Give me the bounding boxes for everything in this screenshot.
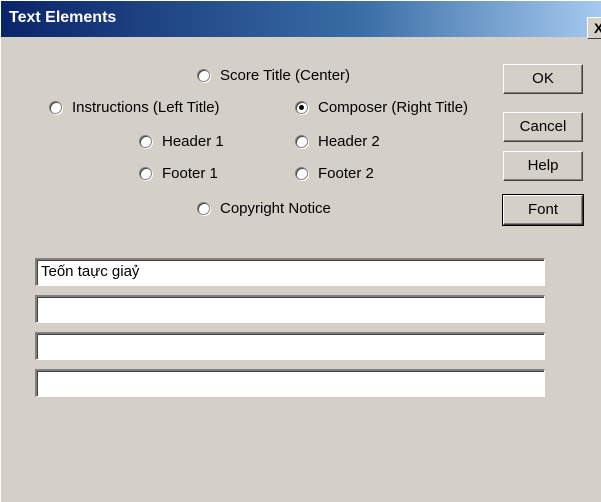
text-elements-dialog: Text Elements X Score Title (Center) Ins…: [0, 0, 601, 502]
text-field-3[interactable]: [35, 332, 545, 360]
text-field-4[interactable]: [35, 369, 545, 397]
radio-label: Header 1: [162, 132, 224, 150]
close-icon: X: [594, 20, 601, 36]
radio-header-1[interactable]: Header 1: [139, 131, 224, 151]
window-title: Text Elements: [9, 9, 117, 26]
font-button[interactable]: Font: [502, 194, 584, 226]
radio-label: Score Title (Center): [220, 66, 351, 84]
radio-footer-1[interactable]: Footer 1: [139, 163, 218, 183]
radio-score-title[interactable]: Score Title (Center): [197, 65, 350, 85]
help-button[interactable]: Help: [503, 151, 583, 181]
cancel-button[interactable]: Cancel: [503, 112, 583, 142]
radio-circle-icon: [197, 201, 210, 215]
text-field-2[interactable]: [35, 295, 545, 323]
radio-label: Footer 2: [318, 164, 374, 182]
radio-label: Header 2: [318, 132, 380, 150]
radio-selected-icon: [295, 100, 308, 114]
radio-circle-icon: [49, 100, 62, 114]
radio-instructions[interactable]: Instructions (Left Title): [49, 97, 220, 117]
ok-button[interactable]: OK: [503, 64, 583, 94]
radio-label: Instructions (Left Title): [72, 98, 220, 116]
radio-label: Footer 1: [162, 164, 218, 182]
radio-circle-icon: [139, 166, 152, 180]
radio-circle-icon: [295, 166, 308, 180]
radio-circle-icon: [295, 134, 308, 148]
radio-label: Copyright Notice: [220, 199, 331, 217]
radio-copyright[interactable]: Copyright Notice: [197, 198, 331, 218]
close-button[interactable]: X: [587, 17, 601, 39]
title-bar[interactable]: Text Elements X: [1, 1, 601, 39]
radio-circle-icon: [139, 134, 152, 148]
radio-composer[interactable]: Composer (Right Title): [295, 97, 468, 117]
radio-footer-2[interactable]: Footer 2: [295, 163, 374, 183]
radio-label: Composer (Right Title): [318, 98, 469, 116]
radio-circle-icon: [197, 68, 210, 82]
radio-header-2[interactable]: Header 2: [295, 131, 380, 151]
text-field-1[interactable]: Teốn taực giaỷ: [35, 258, 545, 286]
